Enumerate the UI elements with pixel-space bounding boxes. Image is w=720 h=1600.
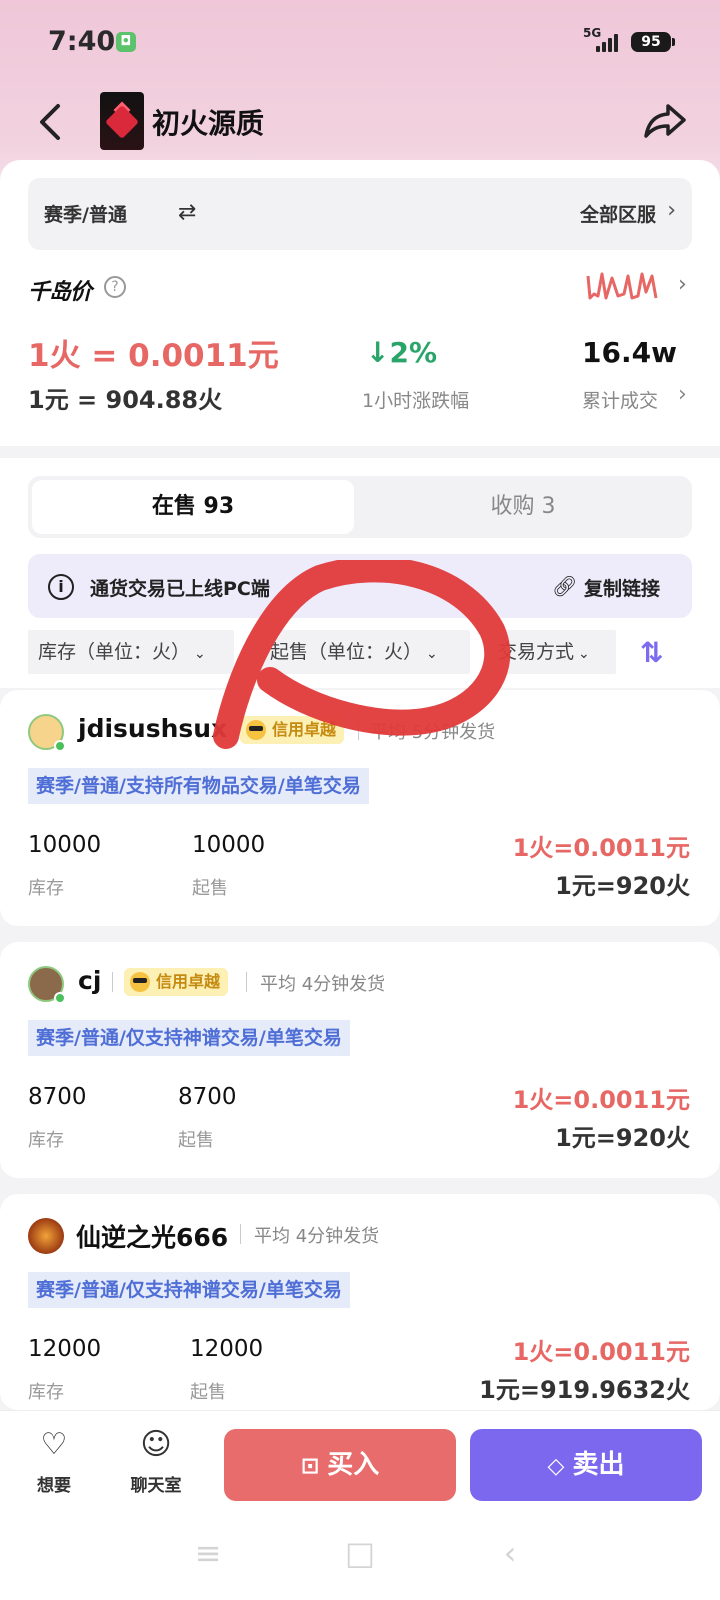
menu-nav-icon[interactable]: ≡ — [188, 1534, 228, 1574]
current-price: 1火 = 0.0011元 — [28, 338, 279, 374]
price-info-card: 赛季/普通 ⇄ 全部区服 › 千岛价 ? › 1火 = 0.0011元 1元 =… — [0, 160, 720, 446]
app-notification-icon: ◘ — [116, 32, 136, 52]
page-header: 初火源质 — [0, 84, 720, 160]
online-indicator — [54, 992, 66, 1004]
filter-bar: 库存（单位：火） ⌄ 起售（单位：火） ⌄ 交易方式 ⌄ ⇅ — [28, 630, 692, 678]
chevron-down-icon: ⌄ — [194, 646, 206, 662]
delivery-time: 平均 4分钟发货 — [260, 974, 386, 995]
listing-tags: 赛季/普通/仅支持神谱交易/单笔交易 — [28, 1272, 350, 1308]
tab-on-sale[interactable]: 在售 93 — [32, 480, 354, 534]
price-change-label: 1小时涨跌幅 — [362, 390, 470, 412]
chat-icon[interactable]: ☺ — [126, 1427, 186, 1462]
market-tabs: 在售 93 收购 3 — [28, 476, 692, 538]
price-source-label: 千岛价 — [28, 280, 92, 305]
listing-rate: 1元=920火 — [555, 872, 690, 900]
sunglasses-face-icon — [130, 972, 150, 992]
min-sale-value: 12000 — [190, 1336, 264, 1362]
sell-button[interactable]: ◇ 卖出 — [470, 1429, 702, 1501]
notice-banner: i 通货交易已上线PC端 🔗︎ 复制链接 — [28, 554, 692, 618]
home-nav-icon[interactable]: □ — [340, 1534, 380, 1574]
notice-text: 通货交易已上线PC端 — [90, 578, 270, 600]
tab-buying[interactable]: 收购 3 — [358, 480, 688, 534]
listing-price: 1火=0.0011元 — [512, 1086, 690, 1114]
seller-name: 仙逆之光666 — [76, 1223, 229, 1252]
status-bar: 7:40 ◘ 5G 95 — [0, 0, 720, 84]
listing-card[interactable]: cj 信用卓越 平均 4分钟发货 赛季/普通/仅支持神谱交易/单笔交易 8700… — [0, 942, 720, 1178]
bottom-action-bar: ♡ 想要 ☺ 聊天室 ⊡ 买入 ◇ 卖出 — [0, 1410, 720, 1510]
price-per-yuan: 1元 = 904.88火 — [28, 386, 223, 414]
share-icon — [644, 104, 686, 138]
bag-icon: ⊡ — [300, 1454, 320, 1479]
stock-label: 库存 — [28, 1130, 64, 1151]
min-sale-filter[interactable]: 起售（单位：火） ⌄ — [260, 630, 470, 674]
avatar — [28, 1218, 64, 1254]
help-icon[interactable]: ? — [104, 276, 126, 298]
season-selector[interactable]: 赛季/普通 ⇄ 全部区服 › — [28, 178, 692, 250]
min-sale-label: 起售 — [190, 1382, 226, 1403]
system-nav-bar: ≡ □ ‹ — [0, 1510, 720, 1600]
chevron-right-icon: › — [678, 272, 687, 297]
game-logo — [100, 92, 144, 150]
seller-name: jdisushsux — [78, 714, 228, 743]
link-icon: 🔗︎ — [552, 574, 578, 598]
listing-price: 1火=0.0011元 — [512, 1338, 690, 1366]
online-indicator — [54, 740, 66, 752]
credit-badge: 信用卓越 — [124, 968, 229, 996]
back-nav-icon[interactable]: ‹ — [490, 1534, 530, 1574]
price-change: ↓2% — [366, 336, 438, 369]
signal-icon — [596, 32, 622, 52]
back-arrow-icon — [40, 104, 60, 140]
credit-badge: 信用卓越 — [240, 716, 345, 744]
sort-icon[interactable]: ⇅ — [640, 636, 663, 669]
total-volume: 16.4w — [582, 336, 677, 369]
heart-icon[interactable]: ♡ — [24, 1427, 84, 1462]
swap-icon[interactable]: ⇄ — [178, 200, 196, 225]
delivery-time: 平均 5分钟发货 — [370, 722, 496, 743]
season-label: 赛季/普通 — [44, 204, 127, 226]
price-sparkline[interactable] — [586, 268, 666, 304]
chevron-down-icon: ⌄ — [426, 646, 438, 662]
market-controls: 在售 93 收购 3 i 通货交易已上线PC端 🔗︎ 复制链接 库存（单位：火）… — [0, 458, 720, 688]
copy-link-button[interactable]: 复制链接 — [584, 574, 660, 601]
back-button[interactable] — [28, 98, 76, 146]
delivery-time: 平均 4分钟发货 — [254, 1226, 380, 1247]
seller-name: cj — [78, 966, 102, 995]
want-button[interactable]: 想要 — [14, 1471, 94, 1496]
page-title: 初火源质 — [152, 107, 265, 140]
trade-method-filter[interactable]: 交易方式 ⌄ — [488, 630, 616, 674]
stock-value: 10000 — [28, 832, 102, 858]
chevron-down-icon: ⌄ — [578, 646, 590, 662]
stock-label: 库存 — [28, 878, 64, 899]
chatroom-button[interactable]: 聊天室 — [116, 1471, 196, 1496]
chevron-right-icon: › — [667, 198, 676, 223]
listing-rate: 1元=919.9632火 — [479, 1376, 690, 1404]
arrow-down-icon: ↓ — [366, 336, 390, 369]
stock-value: 8700 — [28, 1084, 87, 1110]
stock-label: 库存 — [28, 1382, 64, 1403]
info-icon: i — [48, 574, 74, 600]
min-sale-value: 10000 — [192, 832, 266, 858]
listing-card[interactable]: 仙逆之光666 平均 4分钟发货 赛季/普通/仅支持神谱交易/单笔交易 1200… — [0, 1194, 720, 1410]
battery-icon: 95 — [631, 32, 675, 52]
total-volume-label[interactable]: 累计成交 — [582, 386, 658, 413]
listing-rate: 1元=920火 — [555, 1124, 690, 1152]
stock-filter[interactable]: 库存（单位：火） ⌄ — [28, 630, 234, 674]
min-sale-value: 8700 — [178, 1084, 237, 1110]
buy-button[interactable]: ⊡ 买入 — [224, 1429, 456, 1501]
stock-value: 12000 — [28, 1336, 102, 1362]
listing-price: 1火=0.0011元 — [512, 834, 690, 862]
share-button[interactable] — [640, 96, 690, 146]
min-sale-label: 起售 — [178, 1130, 214, 1151]
region-selector[interactable]: 全部区服 — [580, 200, 656, 227]
listing-card[interactable]: jdisushsux 信用卓越 平均 5分钟发货 赛季/普通/支持所有物品交易/… — [0, 690, 720, 926]
status-time: 7:40 — [48, 26, 116, 57]
listing-tags: 赛季/普通/支持所有物品交易/单笔交易 — [28, 768, 369, 804]
tag-icon: ◇ — [547, 1454, 565, 1479]
chevron-right-icon: › — [678, 382, 687, 407]
min-sale-label: 起售 — [192, 878, 228, 899]
sunglasses-face-icon — [246, 720, 266, 740]
listing-tags: 赛季/普通/仅支持神谱交易/单笔交易 — [28, 1020, 350, 1056]
